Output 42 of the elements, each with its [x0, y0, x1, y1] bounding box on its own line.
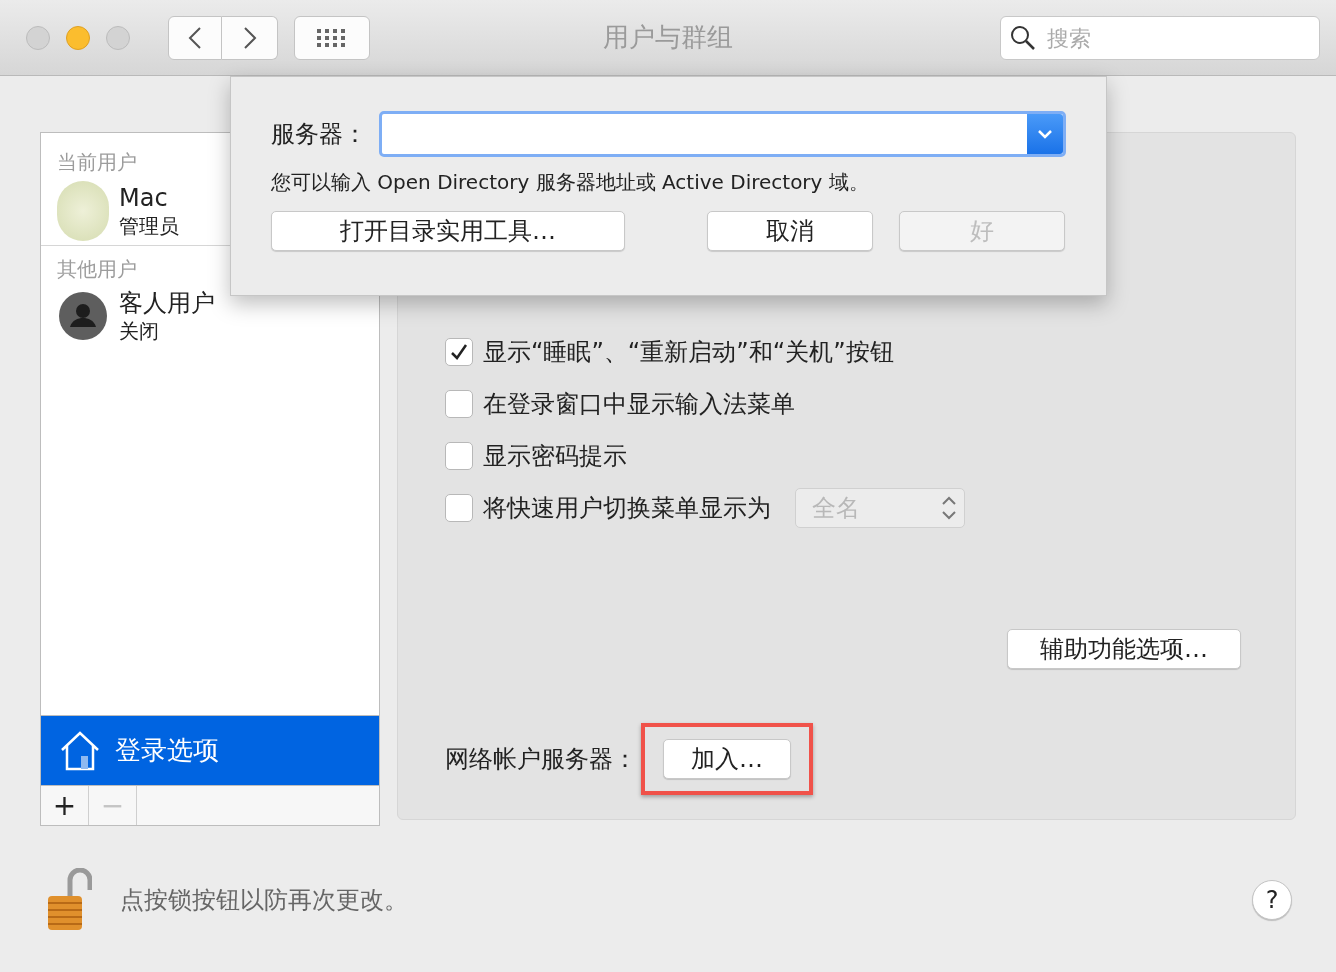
- grid-icon: [317, 28, 347, 47]
- join-button[interactable]: 加入…: [663, 739, 791, 779]
- checkbox[interactable]: [445, 338, 473, 366]
- back-button[interactable]: [168, 15, 222, 60]
- checkbox-label: 显示“睡眠”、“重新启动”和“关机”按钮: [483, 337, 894, 368]
- person-icon: [59, 292, 107, 340]
- accessibility-options-button[interactable]: 辅助功能选项…: [1007, 629, 1241, 669]
- server-hint: 您可以输入 Open Directory 服务器地址或 Active Directory 域。: [271, 169, 870, 196]
- dropdown-icon[interactable]: [1027, 114, 1063, 154]
- show-all-button[interactable]: [294, 15, 370, 60]
- checkbox[interactable]: [445, 390, 473, 418]
- section-header: 当前用户: [56, 149, 138, 176]
- user-name: 客人用户: [119, 288, 215, 318]
- checkbox-label: 显示密码提示: [483, 441, 627, 472]
- house-icon: [59, 729, 101, 772]
- user-name: Mac: [119, 183, 169, 213]
- help-button[interactable]: ?: [1252, 880, 1292, 920]
- forward-button[interactable]: [222, 15, 278, 60]
- chevron-left-icon: [188, 25, 202, 50]
- user-role: 管理员: [119, 213, 179, 239]
- section-header: 其他用户: [56, 256, 138, 283]
- checkbox-label: 将快速用户切换菜单显示为: [483, 493, 771, 524]
- checkbox-label: 在登录窗口中显示输入法菜单: [483, 389, 795, 420]
- user-role: 关闭: [119, 318, 160, 344]
- lock-hint: 点按锁按钮以防再次更改。: [120, 885, 408, 916]
- window-title: 用户与群组: [602, 21, 734, 54]
- add-button[interactable]: +: [41, 786, 89, 825]
- check-icon: [449, 342, 469, 362]
- search-field[interactable]: 搜索: [1000, 16, 1320, 60]
- user-item[interactable]: 客人用户 关闭: [41, 284, 379, 348]
- network-server-label: 网络帐户服务器：: [445, 744, 637, 775]
- checkbox[interactable]: [445, 442, 473, 470]
- user-avatar: [57, 181, 109, 241]
- cancel-button[interactable]: 取消: [707, 211, 873, 251]
- server-field[interactable]: [379, 111, 1066, 157]
- search-icon: [1010, 25, 1036, 51]
- checkbox[interactable]: [445, 494, 473, 522]
- server-label: 服务器：: [271, 119, 367, 150]
- chevron-right-icon: [242, 25, 257, 50]
- updown-icon: [940, 495, 958, 521]
- login-options-item[interactable]: 登录选项: [41, 715, 379, 785]
- open-directory-utility-button[interactable]: 打开目录实用工具…: [271, 211, 625, 251]
